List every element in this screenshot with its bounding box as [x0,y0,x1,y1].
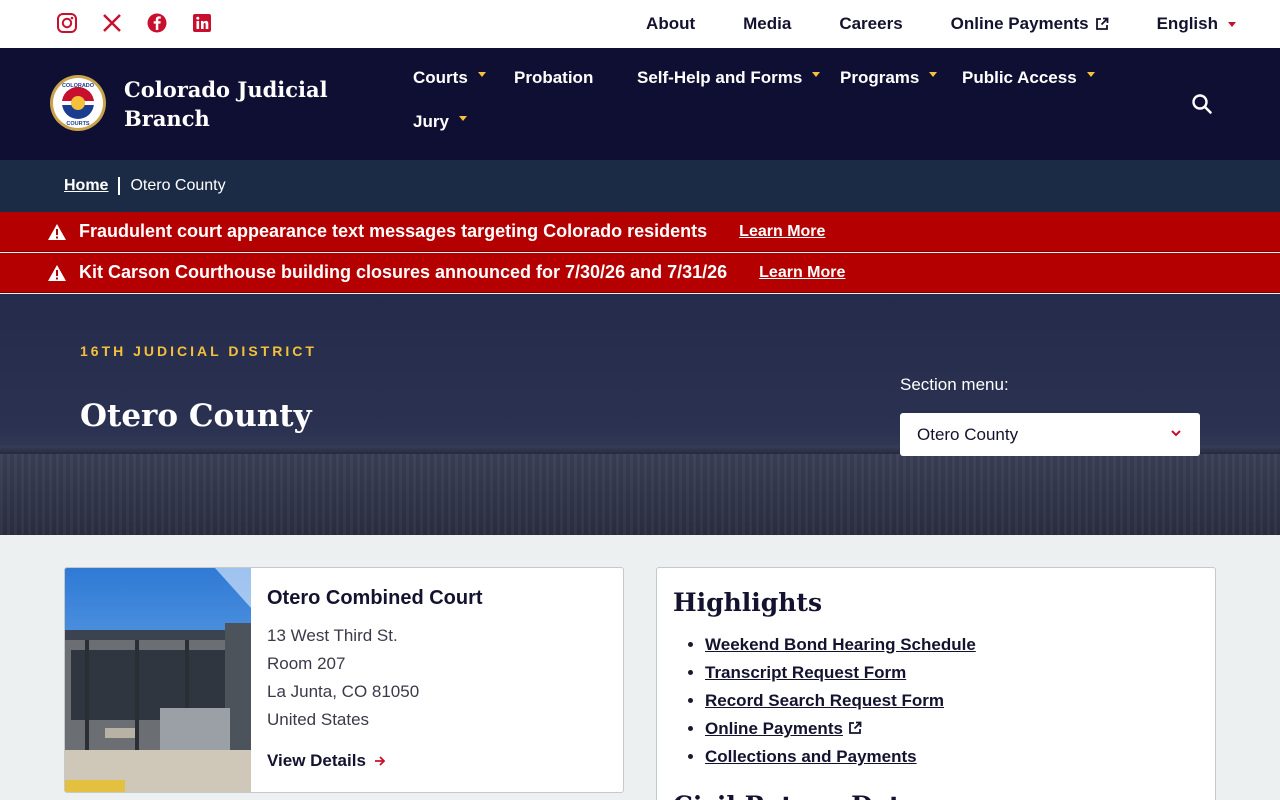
hero-field-image [0,454,1280,535]
colorado-courts-logo[interactable]: COLORADO COURTS [49,74,107,132]
alert-learn-more-link[interactable]: Learn More [759,264,845,282]
breadcrumb-current: Otero County [130,177,226,194]
logo-text-bottom: COURTS [66,121,90,127]
site-title[interactable]: Colorado Judicial Branch [124,75,344,133]
nav-probation-label: Probation [514,68,594,87]
court-address: 13 West Third St. Room 207 La Junta, CO … [267,622,419,734]
collections-payments-link[interactable]: Collections and Payments [705,747,917,766]
transcript-request-link[interactable]: Transcript Request Form [705,663,906,682]
list-item: Record Search Request Form [705,687,976,715]
external-link-icon [1095,17,1108,30]
online-payments-label: Online Payments [950,14,1089,33]
view-details-label: View Details [267,751,366,770]
linkedin-icon[interactable] [191,12,213,34]
nav-courts-label: Courts [413,68,468,87]
arrow-right-icon [374,756,386,766]
alert-learn-more-link[interactable]: Learn More [739,223,825,241]
weekend-bond-link[interactable]: Weekend Bond Hearing Schedule [705,635,976,654]
district-label: 16TH JUDICIAL DISTRICT [80,343,317,359]
alert-message: Kit Carson Courthouse building closures … [79,262,728,282]
list-item: Transcript Request Form [705,659,976,687]
language-select[interactable]: English [1157,14,1236,34]
site-header: COLORADO COURTS Colorado Judicial Branch… [0,48,1280,160]
external-link-icon [849,721,862,734]
caret-down-icon [1228,21,1236,27]
court-name[interactable]: Otero Combined Court [267,587,483,610]
section-menu-label: Section menu: [900,375,1009,394]
media-link[interactable]: Media [743,14,791,34]
online-payments-highlight-link[interactable]: Online Payments [705,719,843,738]
hero-banner: 16TH JUDICIAL DISTRICT Otero County Sect… [0,294,1280,535]
nav-programs[interactable]: Programs [840,68,938,88]
social-links [56,12,213,34]
nav-probation[interactable]: Probation [514,68,593,88]
breadcrumb: Home Otero County [0,160,1280,212]
warning-icon [48,223,66,240]
nav-public-access-label: Public Access [962,68,1077,87]
language-label: English [1156,14,1218,33]
instagram-icon[interactable] [56,12,78,34]
x-icon[interactable] [101,12,123,34]
nav-self-help-label: Self-Help and Forms [637,68,803,87]
search-icon[interactable] [1190,92,1214,116]
highlights-card: Highlights Weekend Bond Hearing Schedule… [656,567,1216,800]
list-item: Online Payments [705,715,976,743]
nav-public-access[interactable]: Public Access [962,68,1095,88]
record-search-link[interactable]: Record Search Request Form [705,691,944,710]
nav-programs-label: Programs [840,68,920,87]
caret-down-icon [458,115,467,121]
alert-message: Fraudulent court appearance text message… [79,221,708,241]
nav-self-help[interactable]: Self-Help and Forms [637,68,821,88]
section-menu-select[interactable]: Otero County [900,413,1200,456]
nav-jury-label: Jury [413,112,449,131]
facebook-icon[interactable] [146,12,168,34]
nav-courts[interactable]: Courts [413,68,486,88]
utility-links: About Media Careers Online Payments Engl… [646,0,1236,48]
online-payments-link[interactable]: Online Payments [951,14,1109,34]
civil-return-dates-title: Civil Return Dates [673,791,930,800]
page-title: Otero County [80,398,312,434]
caret-down-icon [477,71,486,77]
court-card: Otero Combined Court 13 West Third St. R… [64,567,624,793]
chevron-down-icon [1171,430,1181,437]
breadcrumb-separator [118,177,121,195]
about-link[interactable]: About [646,14,695,34]
highlights-title: Highlights [673,588,823,617]
careers-link[interactable]: Careers [839,14,902,34]
warning-icon [48,264,66,281]
courthouse-photo [65,568,251,792]
nav-jury[interactable]: Jury [413,112,467,132]
highlights-list: Weekend Bond Hearing Schedule Transcript… [705,631,976,771]
logo-text-top: COLORADO [62,83,95,89]
address-line: 13 West Third St. [267,626,398,645]
caret-down-icon [1086,71,1095,77]
view-details-link[interactable]: View Details [267,751,386,771]
alert-banner: Fraudulent court appearance text message… [0,212,1280,252]
address-line: United States [267,710,370,729]
breadcrumb-home[interactable]: Home [64,177,108,195]
section-menu-value: Otero County [917,424,1019,444]
alert-banner: Kit Carson Courthouse building closures … [0,253,1280,293]
list-item: Collections and Payments [705,743,976,771]
list-item: Weekend Bond Hearing Schedule [705,631,976,659]
utility-bar: About Media Careers Online Payments Engl… [0,0,1280,48]
caret-down-icon [929,71,938,77]
address-line: La Junta, CO 81050 [267,682,420,701]
caret-down-icon [812,71,821,77]
address-line: Room 207 [267,654,346,673]
